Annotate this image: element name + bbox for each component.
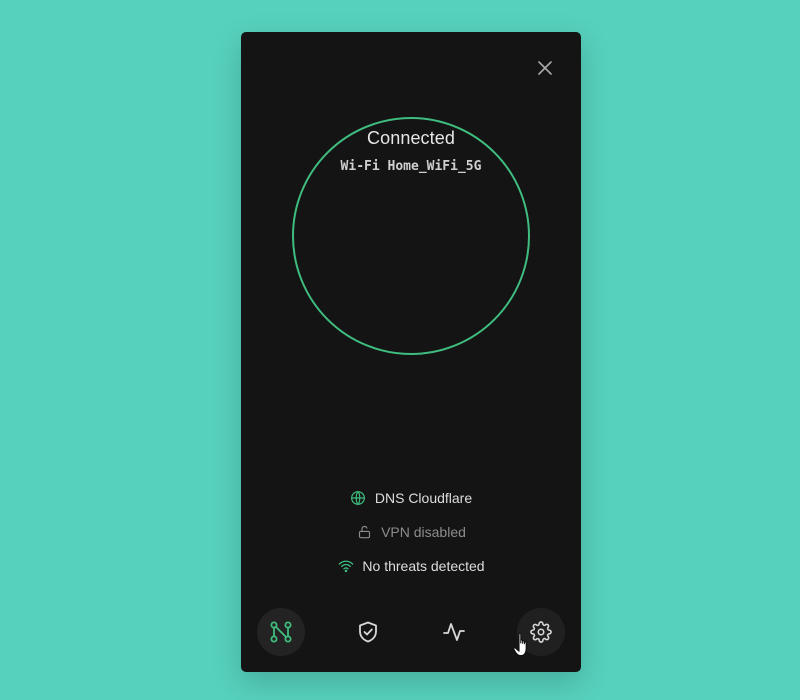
dns-value: Cloudflare [408, 490, 473, 506]
threats-row: No threats detected [241, 549, 581, 583]
wifi-icon [337, 558, 354, 575]
nav-protection-button[interactable] [344, 608, 392, 656]
shield-check-icon [359, 621, 377, 643]
bottom-navigation [257, 608, 565, 656]
lock-open-icon [356, 524, 373, 541]
gear-icon [530, 621, 552, 643]
connection-status-ring[interactable] [292, 117, 530, 355]
vpn-status-label: VPN disabled [381, 524, 466, 540]
network-name: Home_WiFi_5G [387, 159, 482, 174]
vpn-row: VPN disabled [241, 515, 581, 549]
close-button[interactable] [533, 58, 557, 78]
connection-status-title: Connected [367, 128, 455, 148]
nav-activity-button[interactable] [430, 608, 478, 656]
nav-network-button[interactable] [257, 608, 305, 656]
network-nodes-icon [270, 621, 292, 643]
dns-text: DNS Cloudflare [375, 490, 472, 506]
activity-icon [443, 623, 465, 641]
close-icon [538, 61, 552, 75]
dns-label: DNS [374, 490, 405, 506]
globe-icon [350, 490, 367, 507]
info-list: DNS Cloudflare VPN disabled No threats d… [241, 481, 581, 583]
nav-settings-button[interactable] [517, 608, 565, 656]
network-info: Wi-Fi Home_WiFi_5G [241, 159, 581, 174]
threats-status-label: No threats detected [362, 558, 485, 574]
network-type: Wi-Fi [340, 159, 380, 174]
network-status-panel: Connected Wi-Fi Home_WiFi_5G DNS Cloudfl… [241, 32, 581, 672]
dns-row: DNS Cloudflare [241, 481, 581, 515]
